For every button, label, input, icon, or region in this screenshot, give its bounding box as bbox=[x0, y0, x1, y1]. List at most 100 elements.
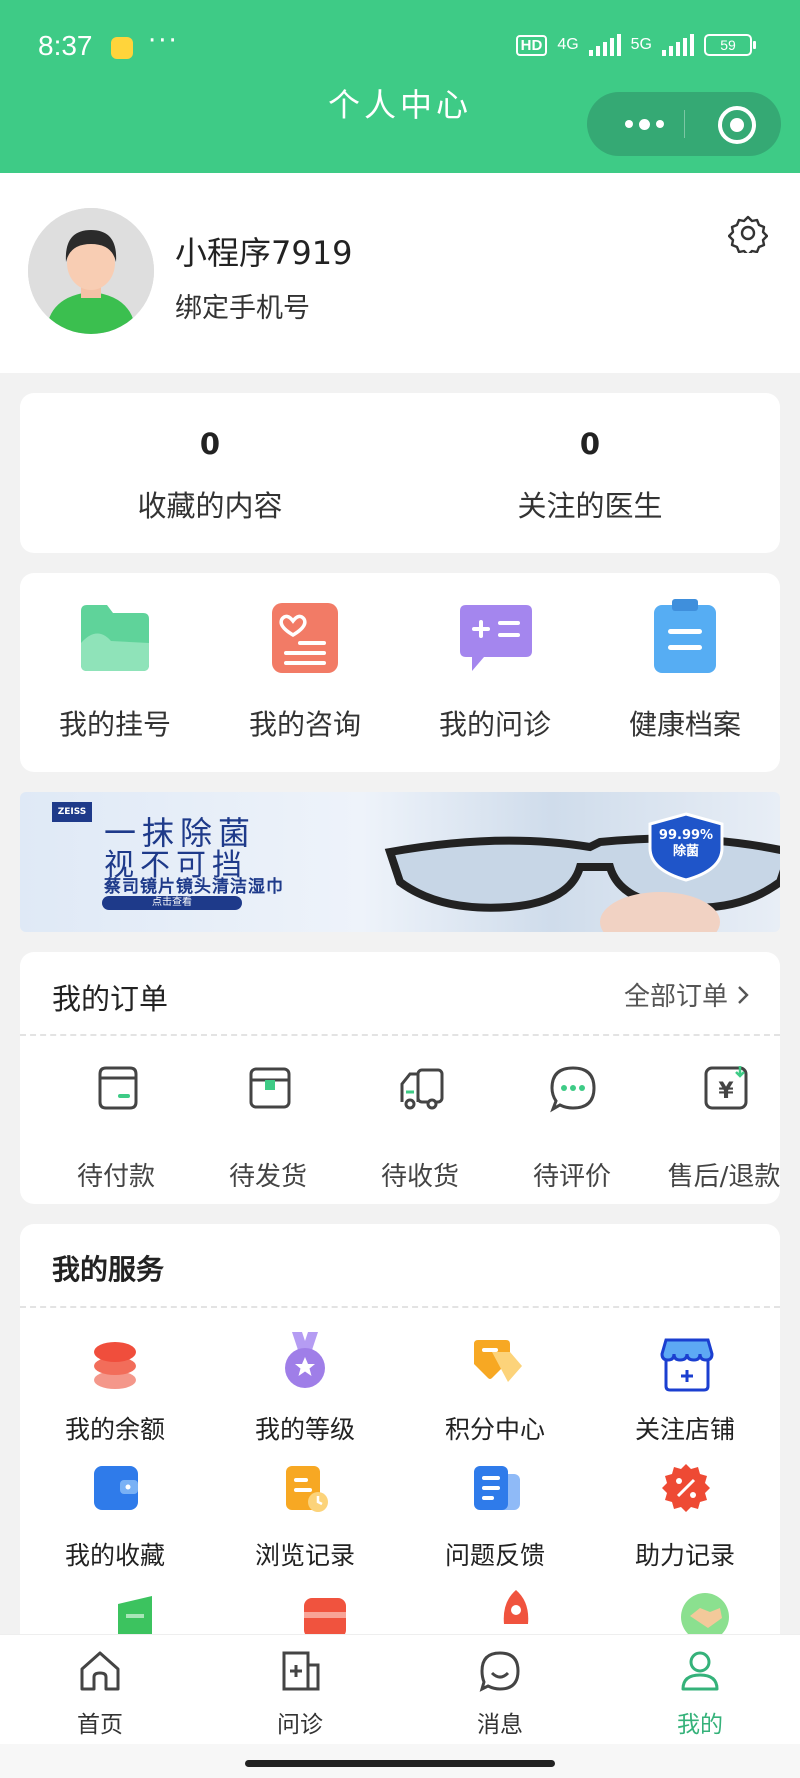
medal-icon bbox=[285, 1332, 325, 1388]
tab-label: 我的 bbox=[677, 1712, 723, 1738]
order-pending-shipment[interactable]: 待发货 bbox=[193, 1064, 343, 1192]
user-icon bbox=[681, 1651, 719, 1691]
service-level[interactable]: 我的等级 bbox=[210, 1332, 400, 1448]
brand-logo: ZEISS bbox=[52, 802, 92, 822]
stat-label: 收藏的内容 bbox=[137, 489, 283, 523]
discount-icon bbox=[662, 1464, 710, 1512]
signal-icon bbox=[588, 34, 621, 56]
handshake-icon bbox=[681, 1593, 729, 1638]
card-red-icon bbox=[304, 1598, 346, 1638]
quick-actions-card: 我的挂号 我的咨询 我的问诊 健康档案 bbox=[20, 573, 780, 772]
rocket-icon bbox=[503, 1590, 529, 1624]
service-feedback[interactable]: 问题反馈 bbox=[400, 1464, 590, 1574]
close-target-icon[interactable] bbox=[718, 106, 756, 144]
services-card: 我的服务 我的余额 我的等级 积分中心 关注店铺 我的收藏 浏览记录 问题反馈 … bbox=[20, 1224, 780, 1654]
shield-badge-text: 99.99% 除菌 bbox=[646, 828, 726, 860]
stats-card: 0 收藏的内容 0 关注的医生 bbox=[20, 393, 780, 553]
status-more: ··· bbox=[148, 26, 179, 56]
profile-section: 小程序7919 绑定手机号 bbox=[0, 173, 800, 373]
order-pending-payment[interactable]: 待付款 bbox=[41, 1064, 191, 1192]
tab-label: 消息 bbox=[477, 1712, 523, 1738]
svg-text:¥: ¥ bbox=[718, 1079, 734, 1104]
service-label: 助力记录 bbox=[634, 1541, 735, 1570]
quick-action-label: 我的问诊 bbox=[438, 708, 551, 741]
status-indicators: HD 4G 5G 59 bbox=[515, 34, 756, 56]
network-4g: 4G bbox=[557, 36, 579, 53]
box-icon bbox=[249, 1067, 291, 1109]
service-history[interactable]: 浏览记录 bbox=[210, 1464, 400, 1574]
quick-action-label: 我的挂号 bbox=[58, 708, 171, 741]
message-icon bbox=[479, 1651, 520, 1692]
miniprogram-capsule bbox=[587, 92, 781, 156]
service-points[interactable]: 积分中心 bbox=[400, 1338, 590, 1448]
network-5g: 5G bbox=[630, 36, 652, 53]
status-time: 8:37 bbox=[38, 30, 93, 61]
heart-list-icon bbox=[272, 603, 338, 673]
stat-value: 0 bbox=[199, 427, 221, 461]
comment-icon bbox=[550, 1066, 596, 1113]
stat-label: 关注的医生 bbox=[517, 489, 663, 523]
home-indicator[interactable] bbox=[245, 1760, 555, 1767]
wallet-icon bbox=[98, 1066, 138, 1110]
username: 小程序7919 bbox=[175, 234, 353, 272]
quick-action-inquiry[interactable]: 我的问诊 bbox=[400, 573, 590, 772]
order-label: 待付款 bbox=[76, 1162, 155, 1192]
order-label: 待发货 bbox=[228, 1162, 307, 1192]
folder-icon bbox=[81, 605, 149, 671]
quick-action-label: 健康档案 bbox=[628, 708, 741, 741]
service-boost-record[interactable]: 助力记录 bbox=[590, 1464, 780, 1574]
chat-plus-icon bbox=[460, 605, 532, 671]
order-label: 待收货 bbox=[380, 1162, 459, 1192]
feedback-icon bbox=[474, 1466, 520, 1510]
order-pending-review[interactable]: 待评价 bbox=[497, 1064, 647, 1192]
all-orders-link[interactable]: 全部订单 bbox=[624, 976, 750, 1013]
badge-label: 除菌 bbox=[672, 844, 699, 859]
service-favorites[interactable]: 我的收藏 bbox=[20, 1464, 210, 1574]
tab-label: 问诊 bbox=[277, 1712, 323, 1738]
clipboard-icon bbox=[654, 599, 716, 673]
bind-phone-link[interactable]: 绑定手机号 bbox=[175, 286, 310, 325]
orders-card: 我的订单 全部订单 待付款 待发货 待收货 待评价 ¥ 售后/退款 bbox=[20, 952, 780, 1204]
hd-badge: HD bbox=[515, 34, 548, 56]
services-title: 我的服务 bbox=[52, 1253, 165, 1286]
tab-label: 首页 bbox=[77, 1712, 123, 1738]
all-orders-label: 全部订单 bbox=[623, 982, 728, 1012]
service-label: 我的余额 bbox=[64, 1415, 165, 1444]
quick-action-consultation[interactable]: 我的咨询 bbox=[210, 573, 400, 772]
service-label: 关注店铺 bbox=[634, 1415, 735, 1444]
service-label: 问题反馈 bbox=[444, 1541, 545, 1570]
promo-banner[interactable]: ZEISS 一抹除菌 视不可挡 蔡司镜片镜头清洁湿巾 点击查看 99.99% 除… bbox=[20, 792, 780, 932]
order-label: 待评价 bbox=[532, 1162, 611, 1192]
orders-title: 我的订单 bbox=[52, 982, 169, 1016]
service-follow-store[interactable]: 关注店铺 bbox=[590, 1338, 780, 1448]
service-label: 我的等级 bbox=[254, 1415, 355, 1444]
store-icon bbox=[660, 1338, 714, 1392]
refund-icon: ¥ bbox=[704, 1066, 748, 1110]
gear-icon[interactable] bbox=[727, 213, 769, 257]
notification-icon bbox=[111, 37, 133, 59]
badge-percent: 99.99% bbox=[658, 828, 714, 843]
more-icon[interactable] bbox=[617, 92, 672, 156]
battery-icon: 59 bbox=[704, 34, 756, 56]
order-pending-receipt[interactable]: 待收货 bbox=[345, 1064, 495, 1192]
quick-action-registration[interactable]: 我的挂号 bbox=[20, 573, 210, 772]
truck-icon bbox=[400, 1068, 444, 1110]
bottom-tab-bar: 首页 问诊 消息 我的 bbox=[0, 1634, 800, 1745]
service-label: 浏览记录 bbox=[254, 1541, 355, 1570]
order-after-sales[interactable]: ¥ 售后/退款 bbox=[649, 1064, 799, 1192]
tag-icon bbox=[474, 1340, 522, 1382]
history-icon bbox=[286, 1466, 328, 1512]
service-balance[interactable]: 我的余额 bbox=[20, 1338, 210, 1448]
banner-cta[interactable]: 点击查看 bbox=[102, 896, 242, 910]
banner-subtitle: 蔡司镜片镜头清洁湿巾 bbox=[104, 877, 284, 897]
avatar[interactable] bbox=[28, 208, 154, 334]
coins-icon bbox=[94, 1342, 136, 1389]
wallet-blue-icon bbox=[94, 1466, 138, 1510]
quick-action-health-record[interactable]: 健康档案 bbox=[590, 573, 780, 772]
order-label: 售后/退款 bbox=[667, 1162, 781, 1192]
chevron-right-icon bbox=[738, 985, 749, 1004]
service-label: 积分中心 bbox=[444, 1415, 545, 1444]
quick-action-label: 我的咨询 bbox=[248, 708, 361, 741]
consult-icon bbox=[282, 1651, 320, 1691]
signal-icon bbox=[662, 34, 694, 56]
